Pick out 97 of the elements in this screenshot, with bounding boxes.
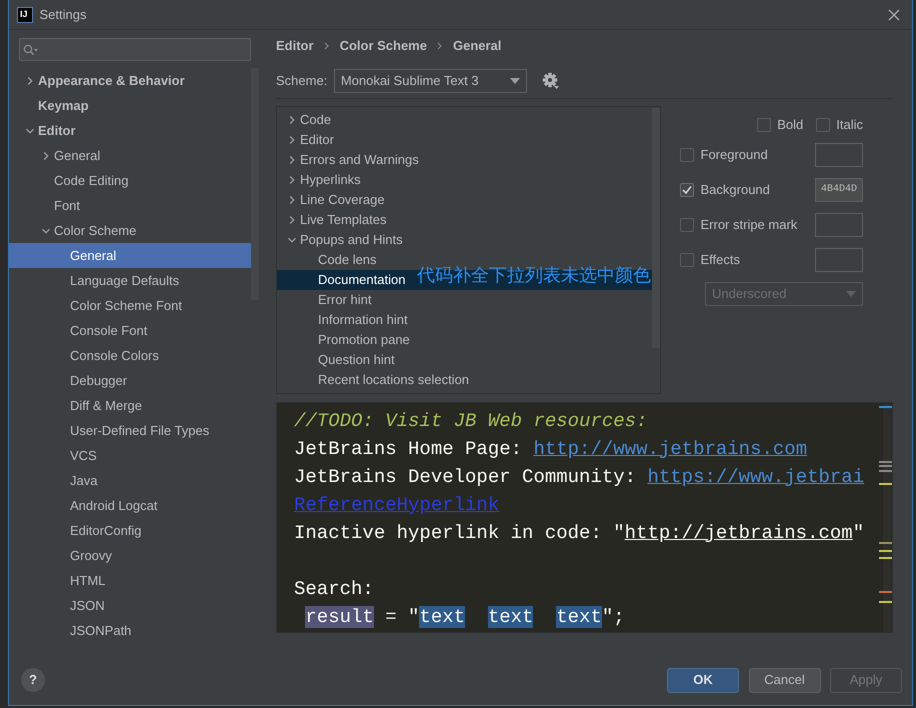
search-match: text — [488, 606, 534, 628]
chevron-right-icon[interactable] — [42, 152, 50, 160]
color-swatch[interactable]: 4B4D4D — [815, 178, 863, 202]
caret-icon[interactable] — [510, 78, 520, 84]
tree-item[interactable]: Information hint — [306, 310, 408, 330]
breadcrumb-item[interactable]: General — [452, 36, 502, 56]
tree-item[interactable]: Java — [58, 468, 98, 492]
breadcrumb-item[interactable]: Editor — [276, 36, 314, 56]
code-text: JetBrains Home Page: — [294, 438, 524, 460]
app-logo: IJ — [17, 6, 33, 22]
tree-item[interactable]: HTML — [58, 568, 106, 592]
tree-item[interactable]: Diff & Merge — [58, 392, 142, 418]
tree-item[interactable]: Editor — [26, 118, 76, 142]
chevron-down-icon[interactable] — [26, 127, 34, 136]
checkbox-label: Foreground — [700, 146, 768, 164]
color-swatch[interactable] — [815, 143, 863, 167]
tree-item[interactable]: General — [42, 142, 100, 168]
scrollbar-thumb[interactable] — [652, 108, 660, 348]
breadcrumb-separator-icon — [437, 42, 442, 50]
search-field[interactable] — [19, 38, 251, 61]
hyperlink[interactable]: http://www.jetbrains.com — [533, 438, 808, 460]
tree-item[interactable]: Line Coverage — [288, 190, 385, 210]
tree-item[interactable]: Hyperlinks — [288, 170, 361, 190]
search-match: text — [419, 606, 466, 628]
tree-item[interactable]: JSON — [58, 592, 105, 618]
tree-item[interactable]: Keymap — [26, 92, 89, 118]
tree-item[interactable]: Android Logcat — [58, 492, 158, 518]
code-text: Search: — [294, 578, 374, 600]
tree-item[interactable]: JSONPath — [58, 618, 132, 642]
chevron-right-icon[interactable] — [288, 176, 296, 184]
color-swatch[interactable] — [815, 248, 863, 272]
close-icon[interactable] — [888, 8, 900, 20]
tree-item[interactable]: Language Defaults — [58, 268, 180, 292]
window-title: Settings — [40, 6, 86, 24]
tree-item[interactable]: Code — [288, 110, 332, 130]
code-text: Inactive hyperlink in code: " — [294, 522, 625, 544]
chevron-right-icon[interactable] — [288, 116, 296, 124]
checkbox[interactable] — [756, 118, 771, 132]
tree-item[interactable]: User-Defined File Types — [58, 418, 210, 442]
checkbox[interactable] — [680, 253, 694, 267]
tree-item[interactable]: Errors and Warnings — [288, 150, 419, 170]
checkbox-label: Effects — [700, 251, 740, 270]
chevron-down-icon[interactable] — [288, 236, 296, 244]
checkbox-label: Bold — [777, 116, 804, 134]
chevron-right-icon[interactable] — [288, 136, 296, 144]
checkbox[interactable] — [680, 218, 694, 232]
checkbox[interactable] — [680, 183, 694, 197]
tree-item[interactable]: Color Scheme Font — [58, 292, 182, 318]
hyperlink[interactable]: https://www.jetbrai — [647, 466, 864, 488]
chevron-right-icon[interactable] — [288, 156, 296, 164]
checkbox-label: Error stripe mark — [700, 216, 798, 234]
dialog-button[interactable]: Cancel — [748, 668, 820, 692]
tree-item[interactable]: Question hint — [306, 350, 395, 370]
chevron-right-icon[interactable] — [288, 196, 296, 204]
scheme-dropdown[interactable]: Monokai Sublime Text 3 — [334, 69, 527, 93]
code-text: " — [852, 522, 864, 544]
checkbox-label: Background — [700, 181, 770, 200]
checkbox[interactable] — [680, 148, 694, 162]
chevron-right-icon[interactable] — [26, 77, 34, 86]
breadcrumb-item[interactable]: Color Scheme — [340, 36, 427, 56]
gear-icon[interactable] — [542, 72, 560, 90]
scrollbar-thumb[interactable] — [251, 68, 259, 300]
tree-item[interactable]: Popups and Hints — [288, 230, 403, 250]
checkbox[interactable] — [816, 118, 830, 132]
search-icon[interactable] — [23, 44, 40, 56]
chevron-right-icon[interactable] — [288, 216, 296, 224]
tree-item[interactable]: Console Colors — [58, 342, 159, 368]
tree-item[interactable]: Groovy — [58, 542, 112, 568]
annotation-text: 代码补全下拉列表未选中颜色 — [417, 264, 651, 286]
tree-item[interactable]: Color Scheme — [42, 218, 136, 242]
tree-item[interactable]: VCS — [58, 442, 97, 468]
tree-item[interactable]: Debugger — [58, 368, 128, 392]
tree-item[interactable]: Live Templates — [288, 210, 386, 230]
tree-item[interactable]: Font — [42, 192, 80, 218]
tree-item[interactable]: Code lens — [306, 250, 377, 270]
breadcrumb-separator-icon — [324, 42, 330, 50]
dialog-button[interactable]: OK — [667, 668, 739, 692]
tree-item[interactable]: EditorConfig — [58, 518, 142, 542]
code-text: "; — [602, 606, 625, 628]
search-variable: result — [305, 606, 374, 628]
code-text: JetBrains Developer Community: — [294, 466, 638, 488]
tree-item[interactable]: Console Font — [58, 318, 148, 342]
chevron-down-icon[interactable] — [42, 227, 50, 236]
tree-item[interactable]: Editor — [288, 130, 334, 150]
search-match: text — [556, 606, 602, 628]
tree-item[interactable]: Promotion pane — [306, 330, 410, 350]
inactive-hyperlink: http://jetbrains.com — [624, 522, 853, 544]
scheme-label: Scheme: — [276, 72, 328, 90]
tree-item[interactable]: Code Editing — [42, 168, 128, 192]
tree-item[interactable]: Recent locations selection — [306, 370, 470, 390]
color-swatch[interactable] — [815, 213, 863, 237]
help-button[interactable]: ? — [21, 668, 45, 692]
tree-item[interactable]: Error hint — [306, 290, 372, 310]
code-text: = " — [384, 606, 420, 628]
checkbox-label: Italic — [836, 116, 863, 134]
tree-item[interactable]: Appearance & Behavior — [26, 68, 185, 92]
code-comment: //TODO: Visit JB Web resources: — [294, 410, 648, 432]
